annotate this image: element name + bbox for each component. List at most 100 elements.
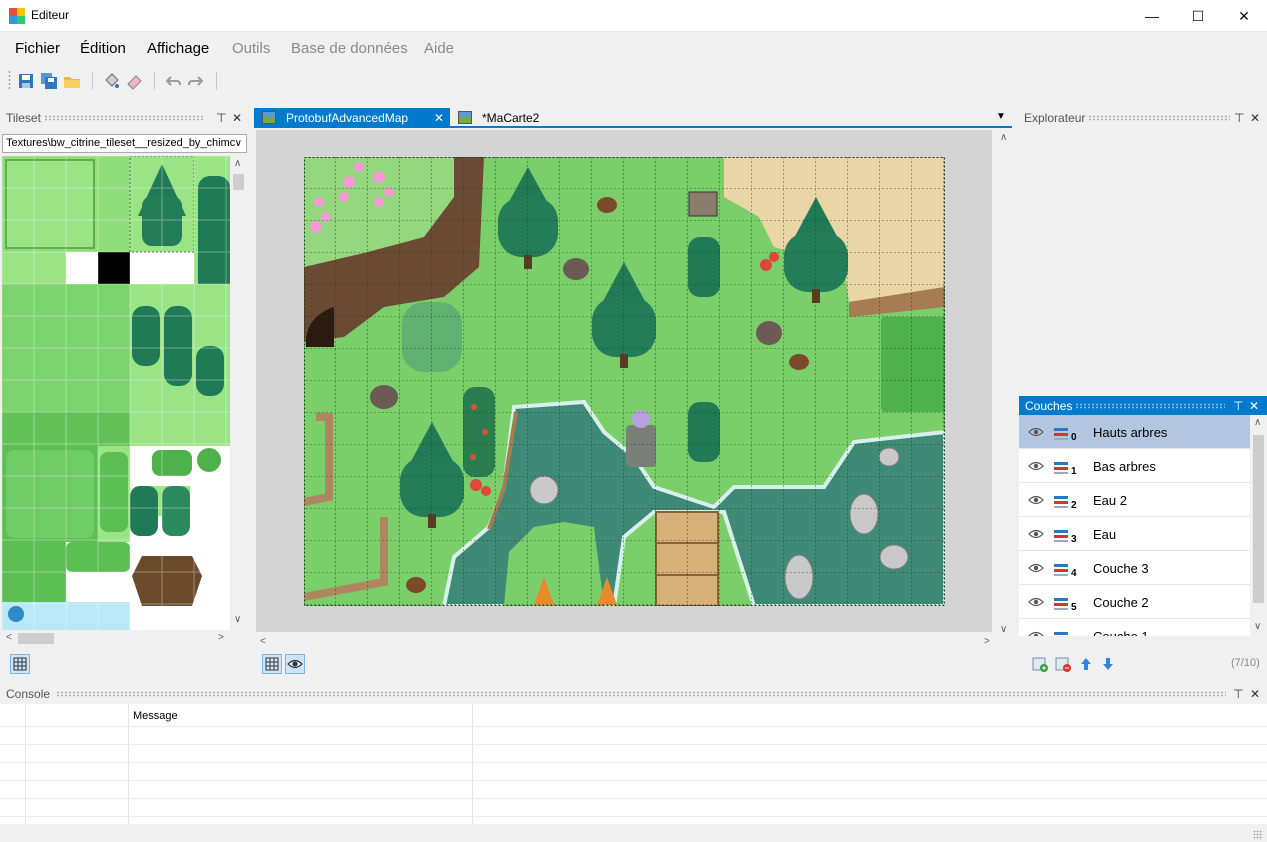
map-vertical-scrollbar[interactable]: ∧ ∨: [996, 130, 1013, 636]
close-icon[interactable]: ✕: [1250, 108, 1260, 128]
eye-icon[interactable]: [1028, 562, 1044, 573]
scroll-down-icon[interactable]: ∨: [1000, 624, 1007, 635]
layer-row[interactable]: 2 Eau 2: [1019, 483, 1250, 517]
tileset-texture-select[interactable]: Textures\bw_citrine_tileset__resized_by_…: [2, 134, 247, 153]
eye-icon[interactable]: [1028, 528, 1044, 539]
pin-icon[interactable]: ⊤: [1234, 108, 1244, 128]
toolbar-grip[interactable]: [8, 70, 11, 90]
scroll-thumb[interactable]: [18, 633, 54, 644]
table-row: [0, 816, 1267, 817]
add-layer-icon[interactable]: [1031, 655, 1049, 673]
open-folder-icon[interactable]: [63, 72, 81, 90]
save-all-icon[interactable]: [40, 72, 58, 90]
eye-icon[interactable]: [1028, 630, 1044, 636]
console-grid[interactable]: Message: [0, 704, 1267, 824]
eye-icon[interactable]: [285, 654, 305, 674]
window-title: Editeur: [31, 8, 70, 22]
scroll-thumb[interactable]: [233, 174, 244, 190]
close-icon[interactable]: ✕: [232, 108, 242, 128]
scroll-right-icon[interactable]: >: [984, 636, 990, 647]
tileset-vertical-scrollbar[interactable]: ∧ ∨: [230, 156, 247, 630]
layer-name: Couche 1: [1093, 629, 1149, 636]
toolbar-separator: [154, 72, 155, 90]
close-icon[interactable]: ✕: [1221, 0, 1267, 32]
remove-layer-icon[interactable]: [1054, 655, 1072, 673]
scroll-up-icon[interactable]: ∧: [1254, 417, 1261, 428]
map-bottom-bar: [256, 652, 1012, 674]
scroll-down-icon[interactable]: ∨: [234, 614, 241, 625]
app-icon: [9, 8, 25, 24]
menu-fichier[interactable]: Fichier: [15, 40, 60, 57]
grid-toggle-icon[interactable]: [10, 654, 30, 674]
close-icon[interactable]: ✕: [1250, 684, 1260, 704]
tab-list-dropdown-icon[interactable]: ▼: [996, 111, 1006, 122]
pin-icon[interactable]: ⊤: [1233, 396, 1243, 416]
close-icon[interactable]: ✕: [1249, 396, 1259, 416]
tileset-image[interactable]: [2, 156, 230, 630]
scroll-up-icon[interactable]: ∧: [234, 158, 241, 169]
explorer-panel-header: Explorateur ⊤ ✕: [1018, 108, 1267, 128]
eye-icon[interactable]: [1028, 596, 1044, 607]
status-bar: [0, 824, 1267, 842]
map-horizontal-scrollbar[interactable]: < >: [256, 634, 996, 651]
scroll-thumb[interactable]: [1253, 435, 1264, 603]
layer-icon: [1054, 562, 1072, 576]
resize-grip-icon[interactable]: [1253, 830, 1263, 840]
panel-grip: [56, 691, 1226, 697]
map-canvas[interactable]: [304, 157, 945, 606]
layers-panel-header: Couches ⊤ ✕: [1019, 396, 1267, 416]
grid-toggle-icon[interactable]: [262, 654, 282, 674]
layer-index: 1: [1071, 466, 1077, 477]
move-layer-down-icon[interactable]: [1099, 655, 1117, 673]
pin-icon[interactable]: ⊤: [216, 108, 226, 128]
eye-icon[interactable]: [1028, 426, 1044, 437]
tab-protobufadvancedmap[interactable]: ProtobufAdvancedMap ✕: [254, 108, 450, 128]
tab-label: ProtobufAdvancedMap: [286, 111, 409, 125]
tileset-horizontal-scrollbar[interactable]: < >: [2, 630, 230, 647]
layer-name: Eau 2: [1093, 493, 1127, 508]
menu-base-de-donnees[interactable]: Base de données: [291, 40, 408, 57]
menu-edition[interactable]: Édition: [80, 40, 126, 57]
layers-vertical-scrollbar[interactable]: ∧ ∨: [1250, 415, 1267, 636]
table-row: [0, 798, 1267, 799]
scroll-down-icon[interactable]: ∨: [1254, 621, 1261, 632]
scroll-left-icon[interactable]: <: [260, 636, 266, 647]
layer-icon: [1054, 630, 1072, 636]
move-layer-up-icon[interactable]: [1077, 655, 1095, 673]
eraser-icon[interactable]: [125, 72, 143, 90]
layer-row[interactable]: 4 Couche 3: [1019, 551, 1250, 585]
menu-aide[interactable]: Aide: [424, 40, 454, 57]
maximize-icon[interactable]: ☐: [1175, 0, 1221, 32]
tileset-palette[interactable]: [2, 156, 230, 630]
tab-macarte2[interactable]: *MaCarte2: [450, 108, 580, 128]
layer-name: Eau: [1093, 527, 1117, 542]
layer-row[interactable]: 5 Couche 2: [1019, 585, 1250, 619]
scroll-left-icon[interactable]: <: [6, 632, 12, 643]
undo-icon[interactable]: [164, 72, 182, 90]
panel-grip: [1088, 115, 1230, 121]
console-panel-title: Console: [6, 687, 51, 701]
eye-icon[interactable]: [1028, 460, 1044, 471]
fill-bucket-icon[interactable]: [102, 72, 120, 90]
menu-affichage[interactable]: Affichage: [147, 40, 209, 57]
scroll-right-icon[interactable]: >: [218, 632, 224, 643]
close-icon[interactable]: ✕: [434, 108, 444, 128]
layer-index: 3: [1071, 534, 1077, 545]
save-icon[interactable]: [17, 72, 35, 90]
chevron-down-icon: ∨: [234, 138, 242, 149]
minimize-icon[interactable]: —: [1129, 0, 1175, 32]
layer-index: 5: [1071, 602, 1077, 613]
menu-outils[interactable]: Outils: [232, 40, 270, 57]
layer-row[interactable]: 3 Eau: [1019, 517, 1250, 551]
scroll-up-icon[interactable]: ∧: [1000, 132, 1007, 143]
eye-icon[interactable]: [1028, 494, 1044, 505]
layer-row[interactable]: 1 Bas arbres: [1019, 449, 1250, 483]
layer-row[interactable]: 6Couche 1: [1019, 619, 1250, 636]
tileset-texture-value: Textures\bw_citrine_tileset__resized_by_…: [6, 137, 236, 149]
map-canvas-area[interactable]: [256, 130, 992, 632]
explorer-content: [1018, 128, 1267, 390]
redo-icon[interactable]: [187, 72, 205, 90]
console-column-header-message[interactable]: Message: [133, 710, 178, 722]
layer-row[interactable]: 0 Hauts arbres: [1019, 415, 1250, 449]
pin-icon[interactable]: ⊤: [1233, 684, 1243, 704]
